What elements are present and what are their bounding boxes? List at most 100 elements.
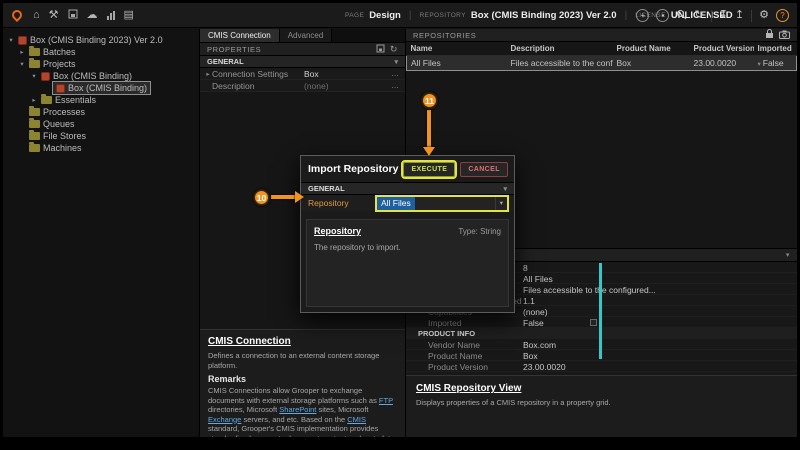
- page-label: PAGE: [345, 12, 364, 19]
- tree-item-label: Processes: [43, 107, 85, 117]
- property-row-connection-settings[interactable]: ▸ Connection Settings Box …: [200, 68, 405, 80]
- dropdown-icon[interactable]: ▾: [495, 197, 507, 210]
- expander-icon[interactable]: ▾: [7, 36, 15, 44]
- list-icon[interactable]: ▤: [124, 10, 134, 21]
- detail-value: Box: [523, 351, 538, 361]
- divider: [711, 10, 712, 22]
- selected-tree-item[interactable]: Box (CMIS Binding): [53, 82, 150, 94]
- chevron-down-icon[interactable]: ▾: [786, 251, 790, 259]
- tree-item-label: File Stores: [43, 131, 86, 141]
- lock-icon[interactable]: [765, 29, 774, 41]
- grooper-logo[interactable]: [9, 7, 25, 23]
- refresh-icon[interactable]: ↻: [390, 44, 398, 55]
- tree-item-batches[interactable]: ▸ Batches: [3, 46, 199, 58]
- repository-field-value[interactable]: All Files: [377, 197, 415, 210]
- refresh-icon[interactable]: ↻: [694, 10, 703, 21]
- column-header-imported[interactable]: Imported: [754, 42, 797, 56]
- tree-item-essentials[interactable]: ▸ Essentials: [3, 94, 199, 106]
- checkbox-icon[interactable]: [590, 319, 597, 326]
- expander-icon[interactable]: ▾: [18, 60, 26, 68]
- detail-value: Box.com: [523, 340, 556, 350]
- cell-product-version: 23.00.0020: [690, 56, 754, 71]
- help-icon[interactable]: ?: [776, 9, 789, 22]
- cell-description: Files accessible to the configured a...: [507, 56, 613, 71]
- detail-value: (none): [523, 307, 548, 317]
- cancel-button[interactable]: CANCEL: [460, 162, 508, 177]
- repository-label: REPOSITORY: [419, 12, 465, 19]
- property-row-description[interactable]: Description (none) …: [200, 80, 405, 92]
- repository-row-all-files[interactable]: All Files Files accessible to the config…: [407, 56, 797, 71]
- tab-cmis-connection[interactable]: CMIS Connection: [200, 29, 280, 42]
- folder-icon: [29, 144, 40, 152]
- repositories-table: Name Description Product Name Product Ve…: [406, 42, 797, 71]
- doc-remarks-header: Remarks: [208, 374, 397, 384]
- folder-icon: [41, 96, 52, 104]
- expander-icon[interactable]: ▾: [30, 72, 38, 80]
- doc-title: CMIS Connection: [208, 336, 397, 347]
- tree-item-label: Batches: [43, 47, 76, 57]
- box-icon: [18, 36, 27, 45]
- upload-icon[interactable]: ↥: [735, 10, 744, 21]
- expander-icon[interactable]: ▸: [30, 96, 38, 104]
- expander-icon[interactable]: ▸: [204, 70, 212, 78]
- repository-value: Box (CMIS Binding 2023) Ver 2.0: [471, 10, 617, 21]
- search-icon[interactable]: [676, 7, 687, 25]
- property-value[interactable]: Box: [304, 69, 389, 79]
- tree-item-file-stores[interactable]: File Stores: [3, 130, 199, 142]
- page-value: Design: [369, 10, 401, 21]
- doc-intro: Defines a connection to an external cont…: [208, 351, 397, 370]
- tab-advanced[interactable]: Advanced: [280, 29, 333, 42]
- detail-label: Product Name: [428, 351, 482, 361]
- cloud-icon[interactable]: ☁: [87, 10, 98, 21]
- settings-gear-icon[interactable]: ⚙: [759, 10, 769, 21]
- documentation-panel: CMIS Connection Defines a connection to …: [200, 329, 405, 437]
- stats-icon[interactable]: [107, 11, 115, 20]
- column-header-product-name[interactable]: Product Name: [613, 42, 690, 56]
- save-icon[interactable]: [376, 44, 385, 55]
- column-header-description[interactable]: Description: [507, 42, 613, 56]
- folder-icon: [29, 60, 40, 68]
- detail-value: False: [523, 318, 544, 328]
- top-toolbar: ⌂ ⚒ ☁ ▤ PAGE Design | REPOSITORY Box (CM…: [3, 3, 797, 28]
- tree-item-label: Box (CMIS Binding 2023) Ver 2.0: [30, 35, 163, 45]
- cell-name: All Files: [407, 56, 507, 71]
- property-value[interactable]: (none): [304, 81, 389, 91]
- dialog-repository-row[interactable]: Repository All Files ▾: [301, 195, 514, 211]
- tree-item-root[interactable]: ▾ Box (CMIS Binding 2023) Ver 2.0: [3, 34, 199, 46]
- chevron-down-icon[interactable]: ▾: [394, 58, 398, 66]
- tree-item-box-project[interactable]: ▾ Box (CMIS Binding): [3, 70, 199, 82]
- help-title: Repository: [314, 226, 361, 236]
- separator: |: [625, 10, 628, 21]
- home-icon[interactable]: ⌂: [33, 10, 40, 21]
- column-header-product-version[interactable]: Product Version: [690, 42, 754, 56]
- detail-row-product-version[interactable]: Product Version 23.00.0020: [406, 361, 797, 372]
- download-icon[interactable]: ↧: [719, 10, 728, 21]
- detail-label: Imported: [428, 318, 462, 328]
- record-circle-icon[interactable]: •: [656, 9, 669, 22]
- detail-value: Files accessible to the configured...: [523, 285, 656, 295]
- tree-item-label: Projects: [43, 59, 76, 69]
- tree-item-processes[interactable]: Processes: [3, 106, 199, 118]
- ellipsis-button[interactable]: …: [389, 81, 401, 90]
- ellipsis-button[interactable]: …: [389, 69, 401, 78]
- execute-button[interactable]: EXECUTE: [403, 162, 455, 177]
- expander-icon[interactable]: ▸: [18, 48, 26, 56]
- repository-field[interactable]: All Files ▾: [377, 197, 507, 210]
- chevron-down-icon[interactable]: ▾: [503, 185, 507, 193]
- callout-11-badge: 11: [421, 92, 438, 109]
- camera-icon[interactable]: [779, 30, 790, 41]
- column-header-name[interactable]: Name: [407, 42, 507, 56]
- tree-item-projects[interactable]: ▾ Projects: [3, 58, 199, 70]
- scrollbar[interactable]: [599, 263, 602, 359]
- dialog-title: Import Repository: [308, 163, 398, 175]
- tree-item-machines[interactable]: Machines: [3, 142, 199, 154]
- box-icon: [56, 84, 65, 93]
- add-circle-icon[interactable]: +: [636, 9, 649, 22]
- dialog-help-panel: Repository Type: String The repository t…: [306, 219, 509, 307]
- save-icon[interactable]: [68, 9, 78, 22]
- tree-item-queues[interactable]: Queues: [3, 118, 199, 130]
- tree-item-box-connection-selected[interactable]: Box (CMIS Binding): [3, 82, 199, 94]
- tools-icon[interactable]: ⚒: [49, 10, 59, 21]
- cell-product-name: Box: [613, 56, 690, 71]
- detail-label: Vendor Name: [428, 340, 480, 350]
